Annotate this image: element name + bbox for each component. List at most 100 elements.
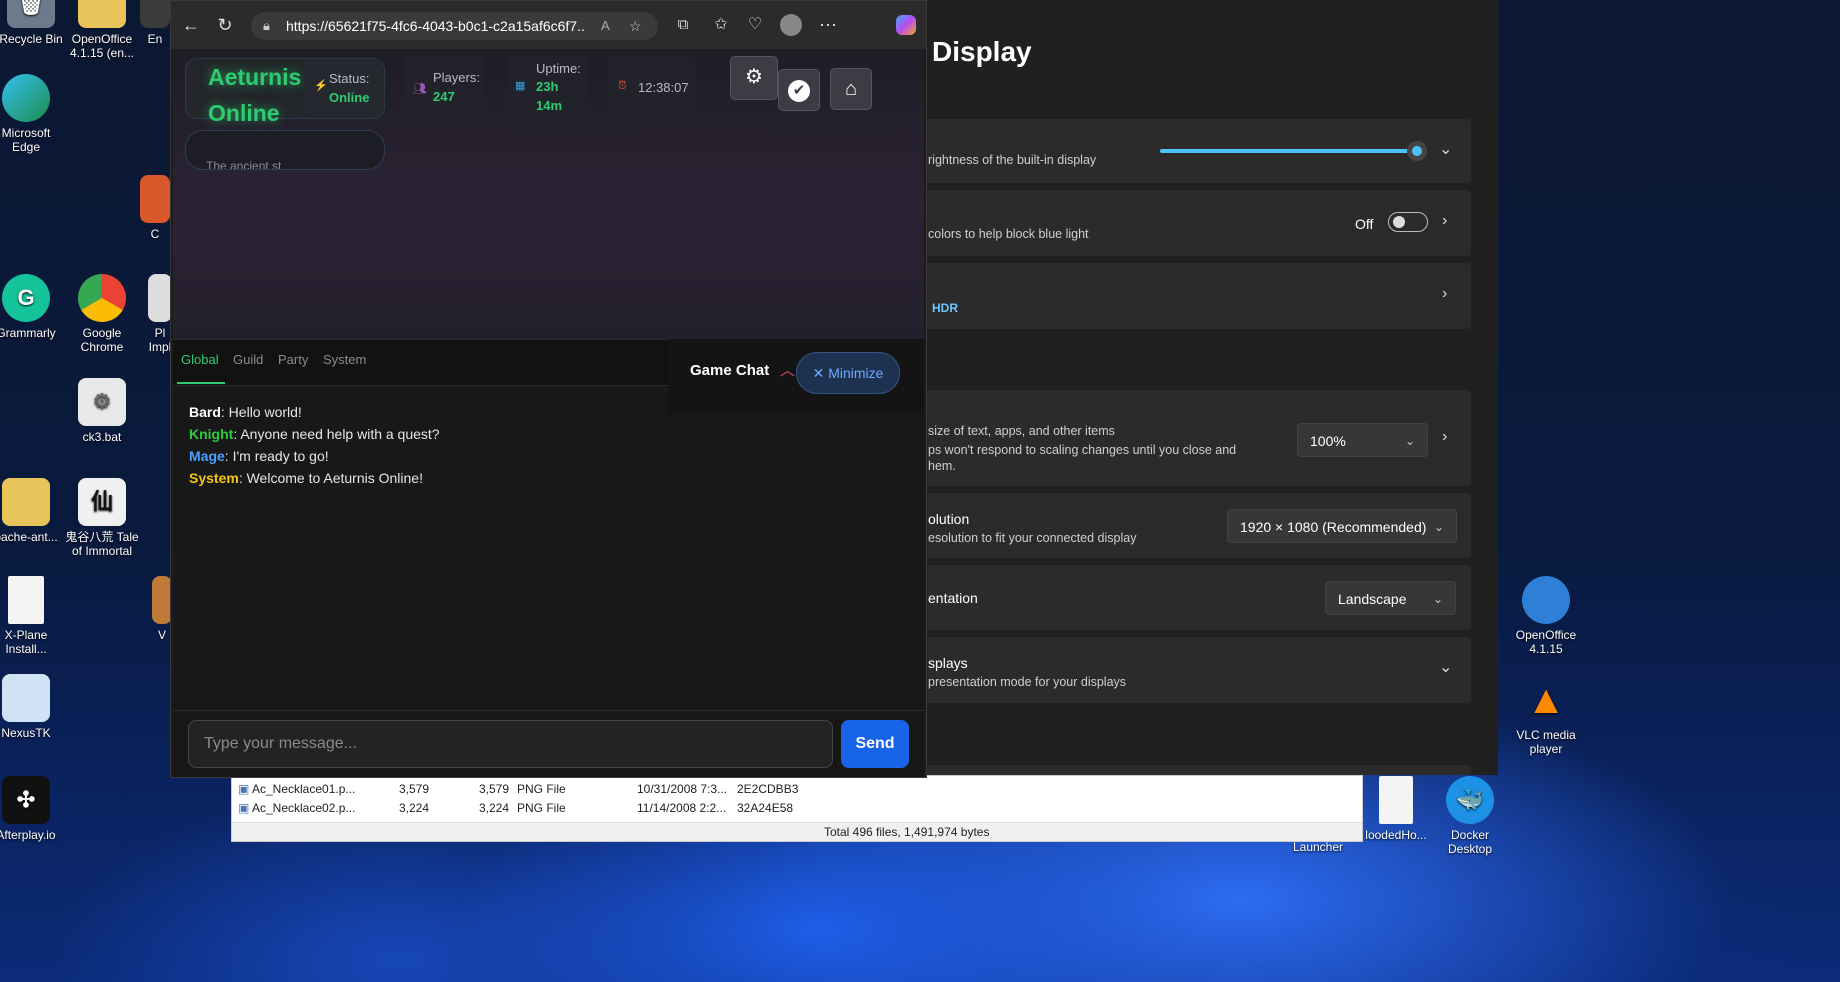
desktop-icon-launcher[interactable]: Launcher [1279,840,1357,854]
night-light-toggle[interactable] [1388,212,1428,232]
chevron-down-icon[interactable]: ⌄ [1439,139,1452,159]
brightness-card: rightness of the built-in display ⌄ [900,119,1471,183]
more-options-icon[interactable]: ⋯ [816,13,840,37]
chat-message: Knight: Anyone need help with a quest? [189,423,440,445]
desktop-icon-chrome[interactable]: Google Chrome [63,274,141,354]
desktop-icon-vlc[interactable]: ▲ VLC media player [1507,676,1585,756]
calendar-icon: ▦ [515,80,526,92]
chevron-down-icon: ⌄ [1404,434,1415,448]
desktop-icon-xplane[interactable]: X-Plane Install... [0,576,65,656]
desktop-icon-recycle-bin[interactable]: 🗑 Recycle Bin [0,0,70,46]
active-tab-indicator [177,382,225,384]
send-button[interactable]: Send [841,720,909,768]
alarm-clock-icon: ⏰︎ [618,80,627,92]
app-icon [140,175,170,223]
scale-card: size of text, apps, and other items ps w… [900,390,1471,486]
desktop-icon-apache-ant[interactable]: pache-ant... [0,478,65,544]
tab-party[interactable]: Party [278,352,308,367]
message-text: : I'm ready to go! [224,448,329,464]
chevron-right-icon[interactable]: › [1442,212,1447,230]
favorite-star-icon[interactable]: ☆ [629,12,642,40]
grammarly-icon: G [2,274,50,322]
docker-icon: 🐳 [1446,776,1494,824]
copilot-icon[interactable] [894,13,918,37]
orientation-card: entation Landscape ⌄ [900,565,1471,630]
chat-message: Bard: Hello world! [189,401,440,423]
brightness-slider[interactable] [1160,141,1427,161]
app-icon [152,576,172,624]
table-row[interactable]: ▣ Ac_Necklace01.p... 3,579 3,579 PNG Fil… [232,782,1362,798]
caret-up-icon[interactable]: ︿ [780,359,795,380]
chevron-down-icon[interactable]: ⌄ [1439,657,1452,677]
read-aloud-icon[interactable]: A [601,12,610,40]
folder-icon [78,0,126,28]
minimize-button[interactable]: ✕ Minimize [796,352,900,394]
folder-icon [2,478,50,526]
players-card: 👥︎ Players: 247 [403,56,485,121]
desktop-icon-openoffice-right[interactable]: OpenOffice 4.1.15 [1507,576,1585,656]
desktop-icon-loodedho[interactable]: loodedHo... [1357,776,1435,842]
settings-card-partial [900,765,1471,775]
chrome-icon [78,274,126,322]
desktop-icon-c[interactable]: C [140,175,170,241]
brightness-slider-fill [1160,149,1417,153]
tab-global[interactable]: Global [181,352,219,367]
browser-window: ← ↻ 🔒︎ https://65621f75-4fc6-4043-b0c1-c… [170,0,927,778]
browser-essentials-icon[interactable]: ♡ [743,13,767,37]
address-bar[interactable]: 🔒︎ https://65621f75-4fc6-4043-b0c1-c2a15… [251,12,658,40]
orientation-dropdown[interactable]: Landscape ⌄ [1325,581,1456,615]
desktop-icon-docker[interactable]: 🐳 Docker Desktop [1431,776,1509,856]
desktop-icon-edge[interactable]: Microsoft Edge [0,74,65,154]
favorites-icon[interactable]: ✩ [709,13,733,37]
chat-message: System: Welcome to Aeturnis Online! [189,467,440,489]
chevron-right-icon[interactable]: › [1442,428,1447,446]
settings-button[interactable]: ⚙ [730,56,778,100]
multiple-displays-card[interactable]: splays presentation mode for your displa… [900,637,1471,703]
document-icon [8,576,44,624]
scale-dropdown[interactable]: 100% ⌄ [1297,423,1428,457]
desktop-icon-afterplay[interactable]: ✣ Afterplay.io [0,776,65,842]
game-title: Aeturnis Online [208,64,302,126]
message-input[interactable] [188,720,833,768]
desktop-icon-en[interactable]: En [140,0,170,46]
status-bar: Total 496 files, 1,491,974 bytes [232,822,1362,841]
message-author[interactable]: Bard [189,404,221,420]
message-author[interactable]: Knight [189,426,233,442]
refresh-icon[interactable]: ↻ [213,13,237,37]
chevron-right-icon[interactable]: › [1442,285,1447,303]
tab-guild[interactable]: Guild [233,352,263,367]
desktop-icon-grammarly[interactable]: G Grammarly [0,274,65,340]
game-icon: 仙 [78,478,126,526]
brightness-slider-thumb[interactable] [1406,141,1427,161]
recycle-bin-icon: 🗑 [7,0,55,28]
game-header-area: Aeturnis Online ⚡ Status: Online 👥︎ Play… [173,49,924,339]
message-text: : Hello world! [220,404,302,420]
openoffice-icon [1522,576,1570,624]
check-button[interactable]: ✔ [778,69,820,111]
game-page: Aeturnis Online ⚡ Status: Online 👥︎ Play… [173,49,924,777]
night-light-card[interactable]: colors to help block blue light Off › [900,190,1471,256]
desktop-icon-ck3[interactable]: ⚙ ck3.bat [63,378,141,444]
profile-avatar-icon[interactable] [779,13,803,37]
players-icon: 👥︎ [413,83,427,95]
vlc-icon: ▲ [1526,678,1566,722]
desktop-icon-tale-of-immortal[interactable]: 仙 鬼谷八荒 Tale of Immortal [63,478,141,558]
chat-title: Game Chat [690,362,770,379]
tab-system[interactable]: System [323,352,366,367]
extensions-icon[interactable]: ⧉ [671,13,695,37]
chat-message: Mage: I'm ready to go! [189,445,440,467]
desktop-icon-nexustk[interactable]: NexusTK [0,674,65,740]
desktop-icon-openoffice[interactable]: OpenOffice 4.1.15 (en... [63,0,141,60]
status-text: Total 496 files, 1,491,974 bytes [824,825,990,839]
app-icon [140,0,170,28]
resolution-dropdown[interactable]: 1920 × 1080 (Recommended) ⌄ [1227,509,1457,543]
message-author[interactable]: System [189,470,239,486]
back-icon[interactable]: ← [179,13,203,37]
table-row[interactable]: ▣ Ac_Necklace02.p... 3,224 3,224 PNG Fil… [232,801,1362,817]
app-icon [148,274,172,322]
hdr-card[interactable]: HDR › [900,263,1471,329]
announcement-ticker: The ancient st [185,130,385,170]
home-button[interactable]: ⌂ [830,68,872,110]
message-author[interactable]: Mage [189,448,225,464]
lock-icon: 🔒︎ [263,18,270,33]
